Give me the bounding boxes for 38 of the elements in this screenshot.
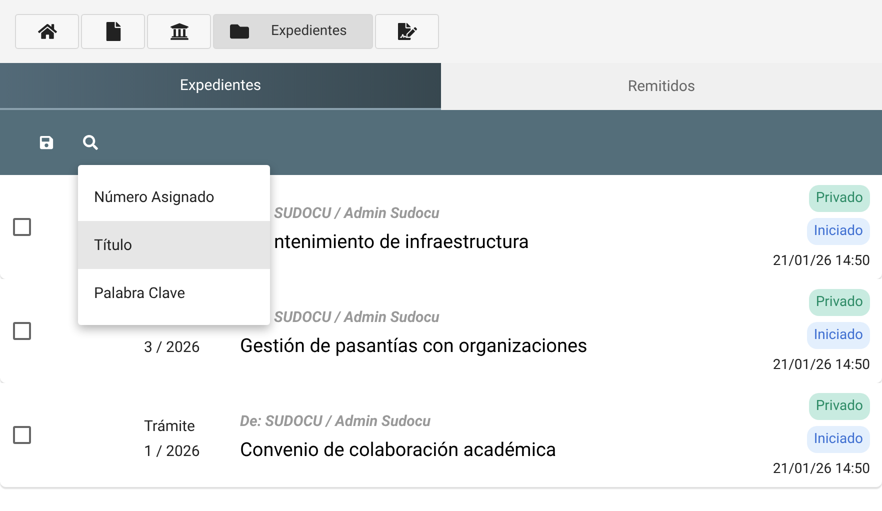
tab[interactable]: Remitidos bbox=[441, 63, 882, 110]
menu-item[interactable]: Título bbox=[78, 221, 270, 269]
date-text: 21/01/26 14:50 bbox=[772, 356, 870, 374]
nav-button[interactable] bbox=[375, 14, 439, 49]
record-title: Convenio de colaboración académica bbox=[240, 437, 558, 463]
sender-text: SUDOCU / Admin Sudocu bbox=[273, 306, 440, 328]
save-icon bbox=[38, 135, 54, 150]
record-number: 1 / 2026 bbox=[144, 440, 201, 462]
checkbox[interactable] bbox=[13, 322, 31, 340]
record-title: Gestión de pasantías con organizaciones bbox=[240, 333, 588, 359]
menu-item[interactable]: Palabra Clave bbox=[78, 269, 270, 317]
status-badge: Iniciado bbox=[806, 218, 870, 244]
record-title: ntenimiento de infraestructura bbox=[273, 229, 530, 255]
folder-icon bbox=[230, 22, 249, 41]
status-badge: Privado bbox=[808, 288, 870, 316]
menu-item[interactable]: Número Asignado bbox=[78, 173, 270, 221]
checkbox[interactable] bbox=[13, 218, 31, 236]
nav-button[interactable] bbox=[81, 14, 145, 49]
home-icon bbox=[38, 22, 56, 41]
nav-button[interactable] bbox=[15, 14, 79, 49]
status-badge: Iniciado bbox=[806, 322, 870, 348]
signed-document-icon bbox=[398, 22, 416, 41]
status-badge: Privado bbox=[808, 184, 870, 212]
record-number: 3 / 2026 bbox=[144, 336, 201, 358]
status-badge: Privado bbox=[808, 392, 870, 420]
document-icon bbox=[104, 22, 122, 41]
tab[interactable]: Expedientes bbox=[0, 63, 441, 110]
sender-text: De: SUDOCU / Admin Sudocu bbox=[240, 410, 432, 432]
record-type: Trámite bbox=[144, 416, 196, 437]
nav-button[interactable] bbox=[147, 14, 211, 49]
date-text: 21/01/26 14:50 bbox=[772, 252, 870, 270]
search-icon bbox=[82, 135, 98, 150]
date-text: 21/01/26 14:50 bbox=[772, 460, 870, 478]
bank-icon bbox=[170, 22, 188, 41]
checkbox[interactable] bbox=[13, 426, 31, 444]
nav-button[interactable]: Expedientes bbox=[213, 14, 373, 49]
sender-text: SUDOCU / Admin Sudocu bbox=[273, 202, 440, 224]
status-badge: Iniciado bbox=[806, 426, 870, 452]
